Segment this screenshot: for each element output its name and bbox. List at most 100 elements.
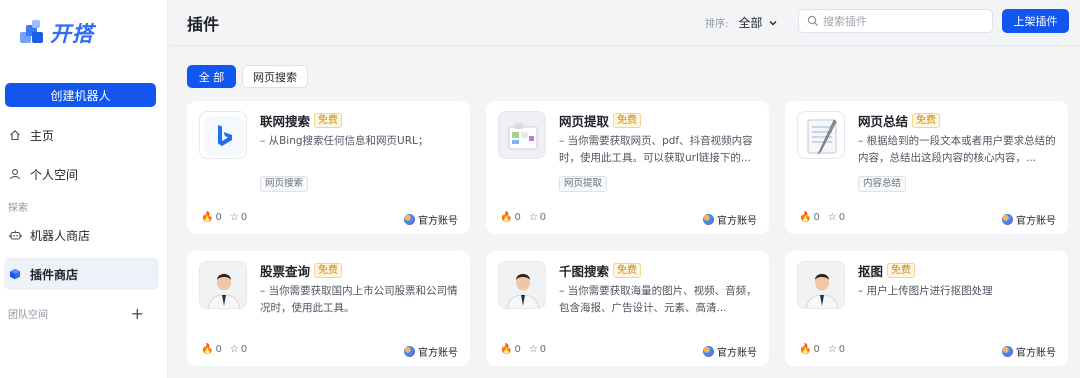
section-explore-label: 探索	[8, 203, 28, 214]
home-icon	[8, 128, 22, 142]
sidebar-item-home[interactable]: 主页	[4, 119, 159, 151]
search-box[interactable]	[798, 9, 993, 33]
create-bot-button[interactable]: 创建机器人	[5, 83, 156, 107]
cube-icon	[8, 267, 22, 281]
sort-value: 全部	[738, 16, 763, 30]
stars-count[interactable]: ☆ 0	[529, 212, 546, 223]
robot-icon	[8, 228, 22, 242]
plugin-name: 网页提取	[559, 114, 610, 129]
sort-dropdown[interactable]: 全部	[738, 14, 778, 31]
plugin-card[interactable]: 联网搜索 免费 – 从Bing搜索任何信息和网页URL； 网页搜索 🔥 0 ☆ 0 …	[187, 101, 470, 234]
plugin-name-row: 网页提取 免费	[559, 111, 642, 130]
official-account-icon	[703, 214, 714, 225]
sidebar-item-label: 插件商店	[30, 267, 79, 282]
sidebar: 开搭 创建机器人 主页 个人空间 探索 机器人商店 插件商店 团队空间 +	[0, 0, 168, 378]
star-icon: ☆	[528, 344, 538, 355]
plugin-name: 网页总结	[858, 114, 909, 129]
plugin-owner: 官方账号	[404, 344, 458, 359]
official-account-icon	[1002, 214, 1013, 225]
sidebar-item-personal-space[interactable]: 个人空间	[4, 158, 159, 190]
likes-value: 0	[514, 344, 521, 355]
owner-name: 官方账号	[418, 348, 458, 359]
likes-count[interactable]: 🔥 0	[201, 212, 222, 223]
free-badge: 免费	[314, 263, 343, 278]
stars-count[interactable]: ☆ 0	[828, 212, 845, 223]
free-badge: 免费	[613, 263, 642, 278]
likes-count[interactable]: 🔥 0	[500, 212, 521, 223]
plugin-name-row: 股票查询 免费	[260, 261, 343, 280]
user-icon	[8, 167, 22, 181]
plugin-card[interactable]: 股票查询 免费 – 当你需要获取国内上市公司股票和公司情况时，使用此工具。 🔥 0…	[187, 251, 470, 366]
plugin-owner: 官方账号	[1002, 212, 1056, 227]
sidebar-item-label: 主页	[30, 128, 55, 143]
plugin-name-row: 网页总结 免费	[858, 111, 941, 130]
flame-icon: 🔥	[201, 344, 214, 355]
team-space-label: 团队空间	[8, 310, 48, 321]
logo[interactable]: 开搭	[18, 18, 94, 48]
plugin-description: – 当你需要获取海量的图片、视频、音频，包含海报、广告设计、元素、高清...	[559, 285, 757, 314]
owner-name: 官方账号	[1016, 348, 1056, 359]
likes-value: 0	[813, 212, 820, 223]
owner-name: 官方账号	[418, 216, 458, 227]
bing-icon	[199, 111, 247, 159]
free-badge: 免费	[613, 113, 642, 128]
search-input[interactable]	[823, 14, 983, 28]
plugin-name-row: 联网搜索 免费	[260, 111, 343, 130]
free-badge: 免费	[912, 113, 941, 128]
sidebar-item-label: 机器人商店	[30, 228, 91, 243]
flame-icon: 🔥	[201, 212, 214, 223]
official-account-icon	[1002, 346, 1013, 357]
plugin-stats: 🔥 0 ☆ 0	[799, 344, 853, 355]
plugin-owner: 官方账号	[703, 212, 757, 227]
plugin-owner: 官方账号	[703, 344, 757, 359]
plugin-card[interactable]: 抠图 免费 – 用户上传图片进行抠图处理 🔥 0 ☆ 0 官方账号	[785, 251, 1068, 366]
star-icon: ☆	[528, 212, 538, 223]
plugin-stats: 🔥 0 ☆ 0	[500, 344, 554, 355]
stars-value: 0	[539, 344, 547, 355]
plugin-name-row: 千图搜索 免费	[559, 261, 642, 280]
team-space-row: 团队空间 +	[8, 304, 144, 323]
likes-count[interactable]: 🔥 0	[500, 344, 521, 355]
flame-icon: 🔥	[799, 344, 812, 355]
filter-tab-web-search[interactable]: 网页搜索	[242, 65, 308, 88]
star-icon: ☆	[229, 212, 239, 223]
plugin-card[interactable]: 网页提取 免费 – 当你需要获取网页、pdf、抖音视频内容时，使用此工具。可以获…	[486, 101, 769, 234]
likes-value: 0	[215, 212, 222, 223]
stars-count[interactable]: ☆ 0	[230, 344, 247, 355]
plugin-card[interactable]: 网页总结 免费 – 根据给到的一段文本或者用户要求总结的内容，总结出这段内容的核…	[785, 101, 1068, 234]
add-team-button[interactable]: +	[131, 304, 144, 323]
avatar-icon	[498, 261, 546, 309]
plugin-stats: 🔥 0 ☆ 0	[201, 344, 255, 355]
official-account-icon	[404, 214, 415, 225]
star-icon: ☆	[229, 344, 239, 355]
likes-value: 0	[514, 212, 521, 223]
flame-icon: 🔥	[799, 212, 812, 223]
likes-value: 0	[813, 344, 820, 355]
official-account-icon	[703, 346, 714, 357]
filter-tab-all[interactable]: 全 部	[187, 65, 236, 88]
plugin-card[interactable]: 千图搜索 免费 – 当你需要获取海量的图片、视频、音频，包含海报、广告设计、元素…	[486, 251, 769, 366]
sort-label: 排序:	[705, 19, 729, 30]
publish-plugin-button[interactable]: 上架插件	[1002, 9, 1069, 33]
plugin-description: – 当你需要获取国内上市公司股票和公司情况时，使用此工具。	[260, 285, 458, 314]
stars-value: 0	[838, 344, 846, 355]
sidebar-item-bot-store[interactable]: 机器人商店	[4, 219, 159, 251]
search-icon	[807, 15, 818, 26]
owner-name: 官方账号	[717, 348, 757, 359]
stars-count[interactable]: ☆ 0	[828, 344, 845, 355]
likes-count[interactable]: 🔥 0	[799, 212, 820, 223]
stars-count[interactable]: ☆ 0	[230, 212, 247, 223]
stars-count[interactable]: ☆ 0	[529, 344, 546, 355]
free-badge: 免费	[314, 113, 343, 128]
plugin-owner: 官方账号	[1002, 344, 1056, 359]
logo-cubes-icon	[18, 19, 46, 47]
notepad-icon	[797, 111, 845, 159]
web-extract-icon	[498, 111, 546, 159]
sidebar-item-plugin-store[interactable]: 插件商店	[4, 258, 159, 290]
plugin-name: 联网搜索	[260, 114, 311, 129]
free-badge: 免费	[887, 263, 916, 278]
likes-count[interactable]: 🔥 0	[201, 344, 222, 355]
logo-text: 开搭	[50, 22, 94, 46]
stars-value: 0	[240, 212, 248, 223]
likes-count[interactable]: 🔥 0	[799, 344, 820, 355]
